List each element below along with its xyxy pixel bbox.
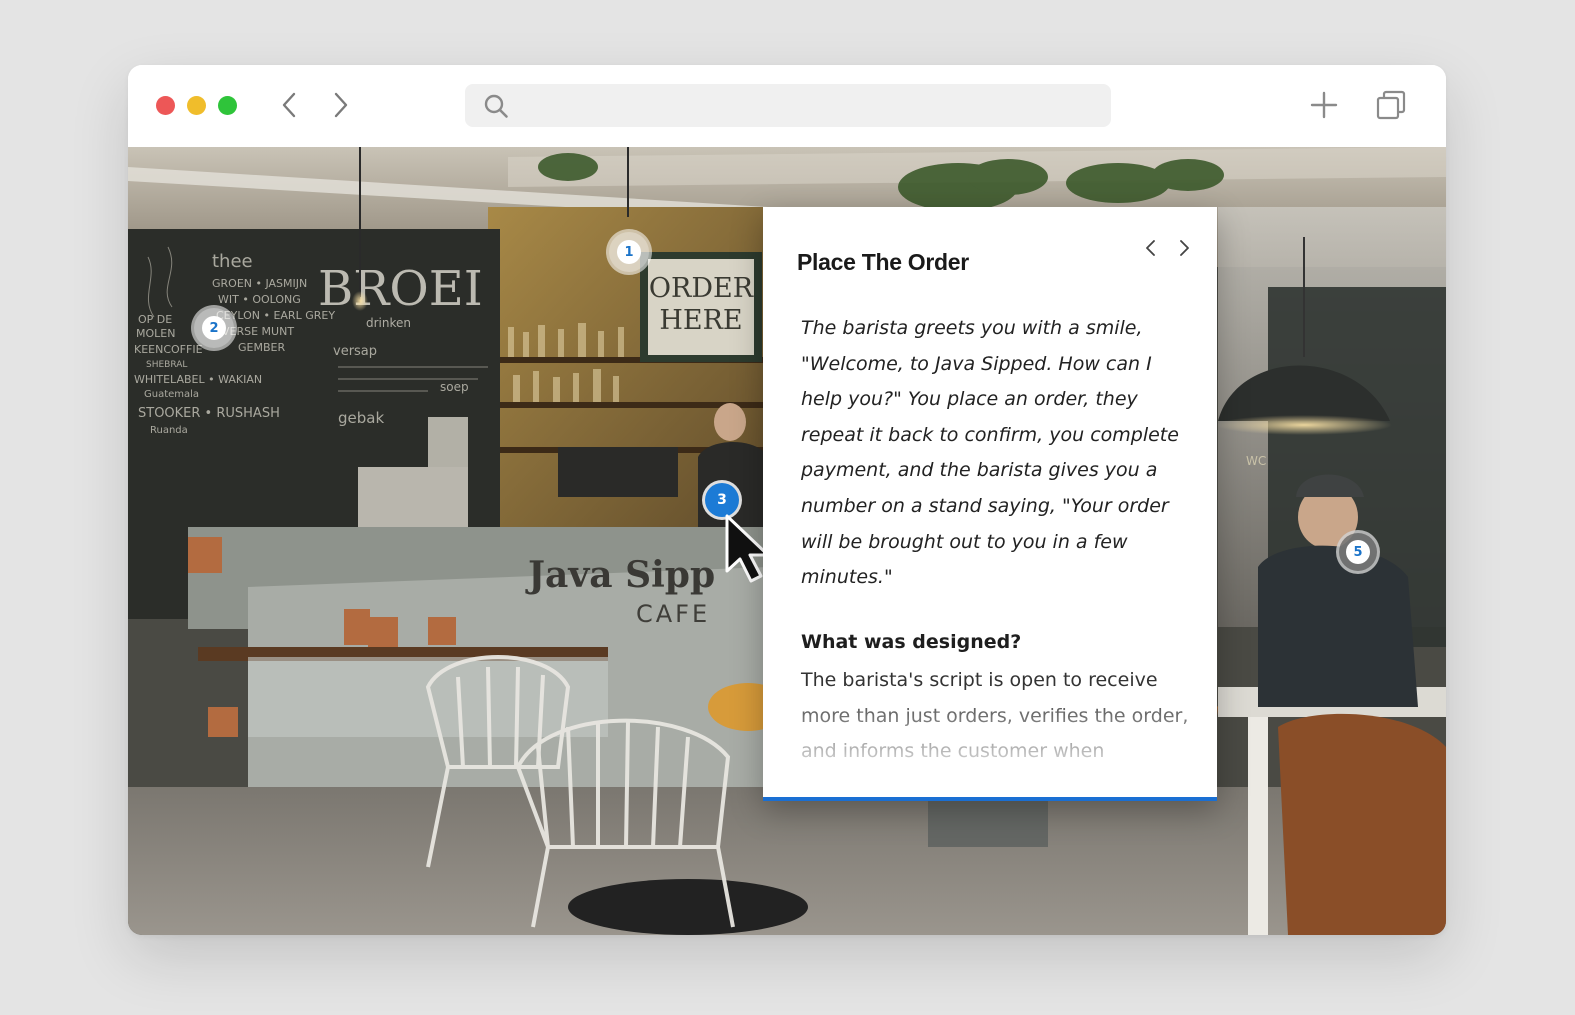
card-body: The barista's script is open to receive … [801,669,1189,763]
order-sign-line1: ORDER [649,273,754,304]
chalkboard-item: SHEBRAL [146,360,187,370]
new-tab-button[interactable] [1306,87,1342,123]
maximize-window-button[interactable] [218,96,237,115]
chalkboard-item: KEENCOFFIE [134,343,203,356]
chalkboard-item: versap [333,344,377,359]
chevron-right-icon [1180,240,1189,256]
order-sign-line2: HERE [659,305,742,336]
chalkboard-item: STOOKER • RUSHASH [138,406,280,421]
forward-button[interactable] [324,88,358,122]
tab-overview-button[interactable] [1373,87,1409,123]
chalkboard-item: GEMBER [238,341,285,354]
cafe-photo: ORDER HERE BROEI drinken thee GROEN • JA… [128,147,1446,935]
chalkboard-item: CEYLON • EARL GREY [216,309,335,322]
chalkboard-item: soep [440,380,469,394]
back-button[interactable] [272,88,306,122]
hotspot-2[interactable]: 2 [202,316,226,340]
counter-sub: CAFE [636,600,710,628]
browser-window: ORDER HERE BROEI drinken thee GROEN • JA… [128,65,1446,935]
previous-step-button[interactable] [1144,239,1168,263]
close-window-button[interactable] [156,96,175,115]
chalkboard-item: WIT • OOLONG [218,293,301,306]
address-bar[interactable] [465,84,1111,127]
chalkboard-sub: drinken [366,316,411,330]
chalkboard-item: gebak [338,409,384,427]
chalkboard-item: WHITELABEL • WAKIAN [134,373,262,386]
plus-icon [1310,91,1338,119]
hotspot-5[interactable]: 5 [1346,540,1370,564]
card-subheading: What was designed? [801,631,1022,653]
chalkboard-item: Guatemala [144,389,199,400]
chalkboard-item: OP DE [138,313,172,326]
card-quote: The barista greets you with a smile, "We… [801,317,1179,589]
chevron-left-icon [1146,240,1155,256]
chalkboard-item: GROEN • JASMIJN [212,277,307,290]
card-title: Place The Order [797,249,969,275]
hotspot-1[interactable]: 1 [617,240,641,264]
chalkboard-item: thee [212,251,253,272]
chevron-right-icon [334,92,348,118]
chalkboard-item: VERSE MUNT [222,325,294,338]
browser-toolbar [128,65,1446,147]
chalkboard-item: MOLEN [136,327,175,340]
chalkboard-brand: BROEI [318,261,483,317]
chevron-left-icon [282,92,296,118]
minimize-window-button[interactable] [187,96,206,115]
hotspot-3[interactable]: 3 [705,483,739,517]
wc-sign: WC [1246,454,1266,468]
next-step-button[interactable] [1177,239,1201,263]
chalkboard-item: Ruanda [150,425,188,436]
tabs-icon [1376,90,1406,120]
counter-name: Java Sipp [525,554,715,596]
search-icon [484,94,508,118]
step-detail-card: Place The Order The barista greets you w… [763,207,1217,801]
